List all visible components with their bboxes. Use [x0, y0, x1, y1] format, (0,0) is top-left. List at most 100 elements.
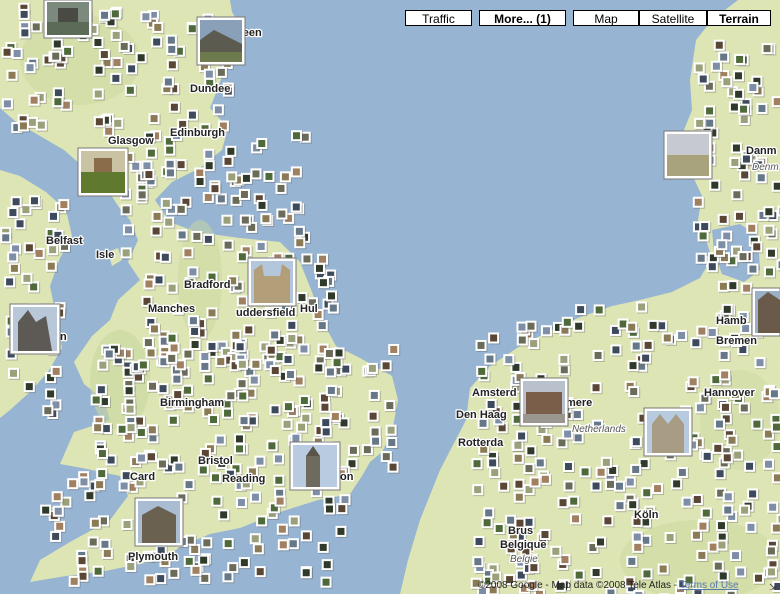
- photo-thumbnail[interactable]: [166, 282, 179, 295]
- photo-thumbnail[interactable]: [19, 27, 32, 40]
- photo-thumbnail[interactable]: [321, 559, 334, 572]
- photo-thumbnail[interactable]: [523, 463, 536, 476]
- photo-thumbnail[interactable]: [236, 378, 249, 391]
- photo-thumbnail[interactable]: [763, 266, 776, 279]
- photo-thumbnail[interactable]: [734, 53, 747, 66]
- photo-thumbnail[interactable]: [721, 452, 734, 465]
- photo-thumbnail[interactable]: [568, 495, 581, 508]
- photo-thumbnail[interactable]: [641, 487, 654, 500]
- photo-thumbnail[interactable]: [761, 43, 774, 56]
- cathedral-photo[interactable]: [9, 303, 61, 355]
- photo-thumbnail[interactable]: [146, 380, 159, 393]
- photo-thumbnail[interactable]: [746, 222, 759, 235]
- photo-thumbnail[interactable]: [293, 225, 306, 238]
- photo-thumbnail[interactable]: [92, 565, 105, 578]
- photo-thumbnail[interactable]: [208, 414, 221, 427]
- photo-thumbnail[interactable]: [300, 530, 313, 543]
- photo-thumbnail[interactable]: [157, 383, 170, 396]
- photo-thumbnail[interactable]: [731, 189, 744, 202]
- photo-thumbnail[interactable]: [676, 466, 689, 479]
- photo-thumbnail[interactable]: [10, 196, 23, 209]
- photo-thumbnail[interactable]: [47, 210, 60, 223]
- photo-thumbnail[interactable]: [493, 523, 506, 536]
- photo-thumbnail[interactable]: [93, 64, 106, 77]
- photo-thumbnail[interactable]: [592, 349, 605, 362]
- photo-thumbnail[interactable]: [145, 147, 158, 160]
- photo-thumbnail[interactable]: [657, 563, 670, 576]
- photo-thumbnail[interactable]: [709, 179, 722, 192]
- photo-thumbnail[interactable]: [234, 341, 247, 354]
- photo-thumbnail[interactable]: [529, 476, 542, 489]
- photo-thumbnail[interactable]: [248, 374, 261, 387]
- photo-thumbnail[interactable]: [751, 241, 764, 254]
- photo-thumbnail[interactable]: [269, 404, 282, 417]
- photo-thumbnail[interactable]: [239, 214, 252, 227]
- photo-thumbnail[interactable]: [771, 441, 780, 454]
- photo-thumbnail[interactable]: [317, 541, 330, 554]
- photo-thumbnail[interactable]: [250, 168, 263, 181]
- photo-thumbnail[interactable]: [58, 199, 71, 212]
- traffic-button[interactable]: Traffic: [405, 10, 472, 26]
- photo-thumbnail[interactable]: [737, 251, 750, 264]
- photo-thumbnail[interactable]: [296, 421, 309, 434]
- photo-thumbnail[interactable]: [697, 520, 710, 533]
- bremen-church-photo[interactable]: [751, 287, 780, 337]
- photo-thumbnail[interactable]: [503, 354, 516, 367]
- photo-thumbnail[interactable]: [472, 484, 485, 497]
- photo-thumbnail[interactable]: [238, 415, 251, 428]
- photo-thumbnail[interactable]: [561, 316, 574, 329]
- photo-thumbnail[interactable]: [187, 315, 200, 328]
- photo-thumbnail[interactable]: [613, 480, 626, 493]
- photo-thumbnail[interactable]: [550, 545, 563, 558]
- photo-thumbnail[interactable]: [101, 547, 114, 560]
- photo-thumbnail[interactable]: [7, 207, 20, 220]
- photo-thumbnail[interactable]: [14, 218, 27, 231]
- photo-thumbnail[interactable]: [747, 82, 760, 95]
- photo-thumbnail[interactable]: [166, 352, 179, 365]
- photo-thumbnail[interactable]: [218, 509, 231, 522]
- photo-thumbnail[interactable]: [721, 76, 734, 89]
- photo-thumbnail[interactable]: [313, 262, 326, 275]
- photo-thumbnail[interactable]: [770, 522, 780, 535]
- photo-thumbnail[interactable]: [144, 574, 157, 587]
- photo-thumbnail[interactable]: [738, 103, 751, 116]
- photo-thumbnail[interactable]: [190, 564, 203, 577]
- photo-thumbnail[interactable]: [595, 466, 608, 479]
- photo-thumbnail[interactable]: [255, 240, 268, 253]
- photo-thumbnail[interactable]: [313, 362, 326, 375]
- photo-thumbnail[interactable]: [614, 500, 627, 513]
- photo-thumbnail[interactable]: [714, 418, 727, 431]
- photo-thumbnail[interactable]: [739, 504, 752, 517]
- photo-thumbnail[interactable]: [681, 496, 694, 509]
- photo-thumbnail[interactable]: [168, 101, 181, 114]
- photo-thumbnail[interactable]: [124, 84, 137, 97]
- photo-thumbnail[interactable]: [150, 225, 163, 238]
- map-type-terrain-button[interactable]: Terrain: [707, 10, 771, 26]
- photo-thumbnail[interactable]: [730, 550, 743, 563]
- photo-thumbnail[interactable]: [636, 301, 649, 314]
- photo-thumbnail[interactable]: [237, 390, 250, 403]
- photo-thumbnail[interactable]: [52, 96, 65, 109]
- photo-thumbnail[interactable]: [722, 491, 735, 504]
- photo-thumbnail[interactable]: [176, 229, 189, 242]
- coast-photo[interactable]: [663, 130, 713, 180]
- photo-thumbnail[interactable]: [0, 232, 13, 245]
- photo-thumbnail[interactable]: [701, 450, 714, 463]
- photo-thumbnail[interactable]: [733, 210, 746, 223]
- photo-thumbnail[interactable]: [254, 455, 267, 468]
- photo-thumbnail[interactable]: [275, 182, 288, 195]
- photo-thumbnail[interactable]: [713, 39, 726, 52]
- photo-thumbnail[interactable]: [489, 467, 502, 480]
- photo-thumbnail[interactable]: [123, 385, 136, 398]
- photo-thumbnail[interactable]: [294, 237, 307, 250]
- photo-thumbnail[interactable]: [710, 60, 723, 73]
- photo-thumbnail[interactable]: [695, 252, 708, 265]
- photo-thumbnail[interactable]: [630, 463, 643, 476]
- map-type-map-button[interactable]: Map: [573, 10, 639, 26]
- photo-thumbnail[interactable]: [167, 414, 180, 427]
- photo-thumbnail[interactable]: [327, 302, 340, 315]
- photo-thumbnail[interactable]: [201, 537, 214, 550]
- photo-thumbnail[interactable]: [230, 329, 243, 342]
- photo-thumbnail[interactable]: [209, 472, 222, 485]
- photo-thumbnail[interactable]: [640, 352, 653, 365]
